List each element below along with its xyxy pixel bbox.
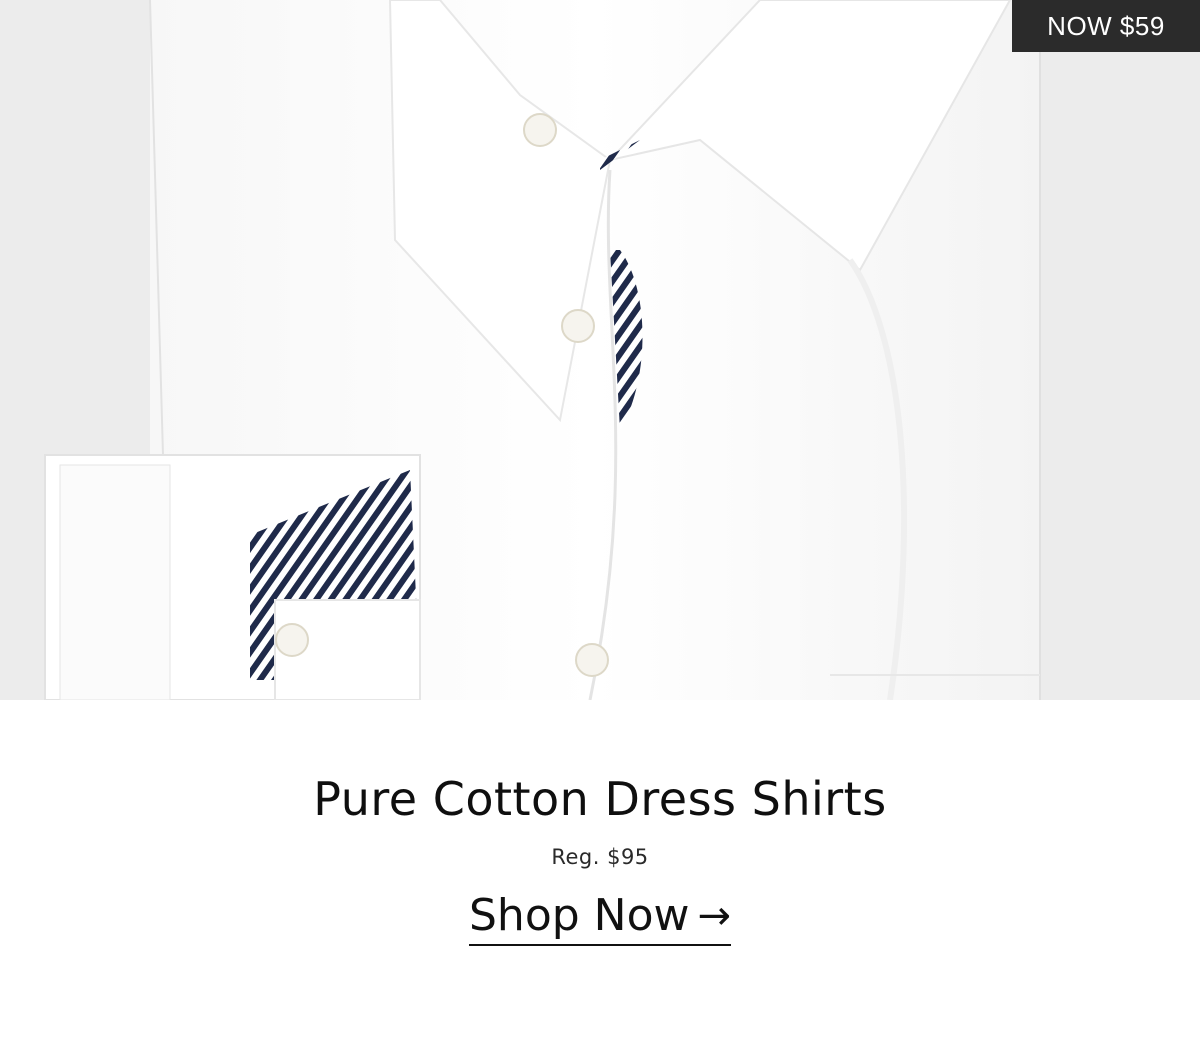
sale-price-badge: NOW $59 (1012, 0, 1200, 52)
hero-image[interactable]: NOW $59 (0, 0, 1200, 700)
arrow-right-icon: → (697, 893, 731, 939)
product-title: Pure Cotton Dress Shirts (313, 772, 887, 826)
shop-now-container: Shop Now → (0, 890, 1200, 946)
shirt-illustration (0, 0, 1200, 700)
product-info: Pure Cotton Dress Shirts Reg. $95 Shop N… (0, 700, 1200, 1060)
shop-now-label: Shop Now (469, 890, 690, 941)
regular-price: Reg. $95 (551, 845, 649, 869)
shop-now-link[interactable]: Shop Now → (469, 890, 731, 946)
